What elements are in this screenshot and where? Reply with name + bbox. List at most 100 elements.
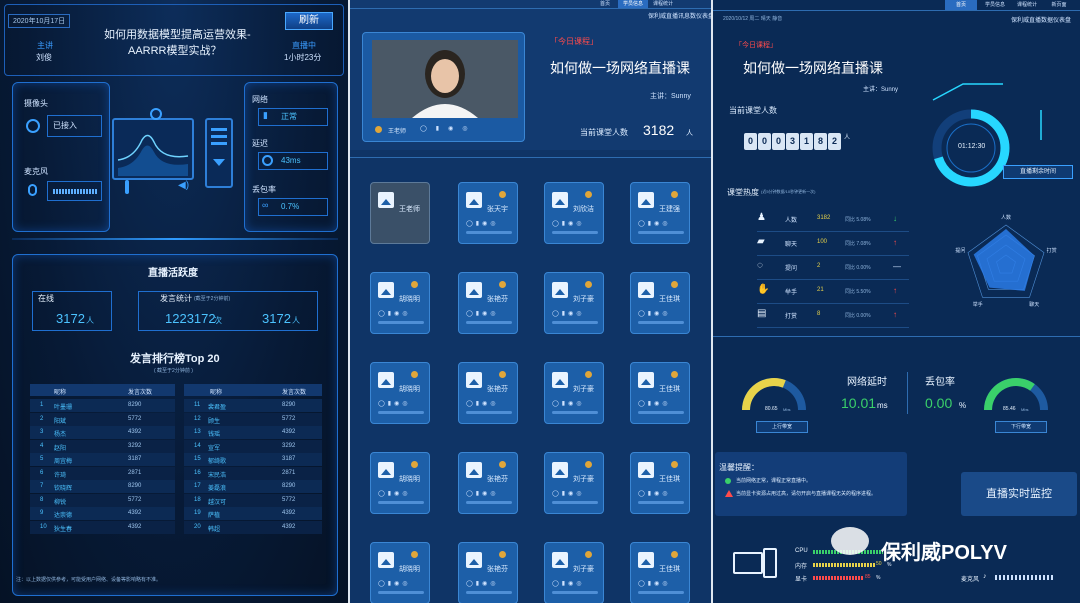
student-action-icons[interactable]: ◯▮◉◎ [552,220,585,227]
image-placeholder-icon [552,192,568,208]
student-tile[interactable]: 王佳琪 ◯▮◉◎ [630,272,690,334]
rank-number: 15 [194,456,201,462]
rank-nickname: 狄生春 [54,526,73,533]
question-icon: ◌ [757,260,763,271]
rank-count: 4392 [128,523,142,530]
student-action-icons[interactable]: ◯▮◉◎ [638,400,671,407]
heat-label: 举手 [785,290,798,296]
student-action-icons[interactable]: ◯▮◉◎ [552,490,585,497]
student-tile[interactable]: 王建强 ◯▮◉◎ [630,182,690,244]
radar-axis-label: 举手 [973,301,983,308]
student-progress [466,411,512,414]
student-tile[interactable]: 王佳琪 ◯▮◉◎ [630,362,690,424]
student-progress [552,501,598,504]
rank-count: 3292 [282,442,296,449]
student-action-icons[interactable]: ◯▮◉◎ [378,490,411,497]
rank-nickname: 周宜梅 [54,459,73,465]
speech-count-unit: 次 [214,316,222,325]
panel-live-monitor: 2020年10月17日 如何用数据模型提高运营效果- AARRR模型实战？ 刷新… [0,0,348,603]
host-name: 主讲：Sunny [863,87,899,93]
student-tile[interactable]: 刘子豪 ◯▮◉◎ [544,542,604,603]
student-action-icons[interactable]: ◯▮◉◎ [466,580,499,587]
student-tile[interactable]: 张艳芬 ◯▮◉◎ [458,272,518,334]
student-action-icons[interactable]: ◯▮◉◎ [378,400,411,407]
ranking-row: 1 叶墨珊 8290 [30,399,175,412]
image-placeholder-icon [638,462,654,478]
student-action-icons[interactable]: ◯▮◉◎ [378,310,411,317]
student-tile[interactable]: 王佳琪 ◯▮◉◎ [630,542,690,603]
student-tile[interactable]: 张艳芬 ◯▮◉◎ [458,452,518,514]
tab-student-info[interactable]: 学员信息 [618,0,648,8]
count-digit: 1 [800,133,813,150]
chat-icon: ▰ [757,236,765,247]
student-tile[interactable]: 刘子豪 ◯▮◉◎ [544,272,604,334]
rank-nickname: 郁绮歌 [208,459,227,465]
rank-nickname: 达崇德 [54,513,73,519]
student-action-icons[interactable]: ◯▮◉◎ [466,310,499,317]
student-action-icons[interactable]: ◯▮◉◎ [638,220,671,227]
student-action-icons[interactable]: ◯▮◉◎ [552,580,585,587]
count-digit: 0 [772,133,785,150]
student-action-icons[interactable]: ◯▮◉◎ [466,220,499,227]
heat-value: 21 [817,287,824,293]
student-tile[interactable]: 张艳芬 ◯▮◉◎ [458,362,518,424]
waveform-graphic [117,134,189,176]
student-action-icons[interactable]: ◯▮◉◎ [466,400,499,407]
ranking-row: 16 宋民浩 2871 [184,466,322,480]
rank-count: 4392 [282,510,296,516]
upload-label: 上行带宽 [756,421,808,433]
student-name: 刘子豪 [573,386,594,393]
image-placeholder-icon [466,372,482,388]
student-action-icons[interactable]: ◯▮◉◎ [638,310,671,317]
col-count: 发言次数 [128,390,153,396]
student-tile[interactable]: 胡晓明 ◯▮◉◎ [370,542,430,603]
student-action-icons[interactable]: ◯▮◉◎ [466,490,499,497]
panel-classroom: 首页 学员信息 课程统计 保利威直播讯息数仪表盘 王老师 ◯▮◉◎ 「今日课程」… [350,0,711,603]
latency-title: 网络延时 [847,377,887,388]
online-value: 3172 [56,311,85,326]
student-action-icons[interactable]: ◯▮◉◎ [552,310,585,317]
loss-unit: % [959,401,967,410]
tab-course-stats[interactable]: 课程统计 [648,0,678,8]
student-action-icons[interactable]: ◯▮◉◎ [378,580,411,587]
tab-student-info[interactable]: 学员信息 [979,0,1011,10]
refresh-button[interactable]: 刷新 [285,12,333,30]
remaining-time-button[interactable]: 直播剩余时间 [1003,165,1073,179]
student-tile[interactable]: 胡晓明 ◯▮◉◎ [370,362,430,424]
student-tile[interactable]: 刘子豪 ◯▮◉◎ [544,452,604,514]
packet-loss-label: 丢包率 [252,185,276,194]
student-tile[interactable]: 胡晓明 ◯▮◉◎ [370,272,430,334]
activity-title: 直播活跃度 [148,268,198,279]
image-placeholder-icon [466,282,482,298]
speaker-icon: ◀) [178,180,190,191]
student-action-icons[interactable]: ◯▮◉◎ [638,490,671,497]
student-action-icons[interactable]: ◯▮◉◎ [552,400,585,407]
tab-home[interactable]: 首页 [590,0,620,8]
student-name: 张天宇 [487,206,508,213]
student-tile[interactable]: 张艳芬 ◯▮◉◎ [458,542,518,603]
student-tile[interactable]: 王佳琪 ◯▮◉◎ [630,452,690,514]
student-name: 胡晓明 [399,476,420,483]
tab-new-page[interactable]: 新页面 [1043,0,1075,10]
rank-number: 11 [194,402,201,408]
top-line [350,8,711,9]
student-tile[interactable]: 张天宇 ◯▮◉◎ [458,182,518,244]
image-placeholder-icon [378,192,394,208]
video-control-icons[interactable]: ◯▮◉◎ [420,125,477,132]
status-dot [671,551,678,558]
student-tile[interactable]: 胡晓明 ◯▮◉◎ [370,452,430,514]
tab-home[interactable]: 首页 [945,0,977,10]
tab-course-stats[interactable]: 课程统计 [1011,0,1043,10]
row-divider [757,255,909,256]
ranking-row: 20 韩超 4392 [184,520,322,534]
student-name: 王佳琪 [659,296,680,303]
status-dot [585,461,592,468]
student-action-icons[interactable]: ◯▮◉◎ [638,580,671,587]
student-tile[interactable]: 刘子豪 ◯▮◉◎ [544,362,604,424]
student-tile-host[interactable]: 王老师 [370,182,430,244]
ranking-note: ( 截至于2分钟前 ) [154,368,193,374]
teacher-name-label: 王老师 [388,129,407,135]
student-tile[interactable]: 刘欣洁 ◯▮◉◎ [544,182,604,244]
live-monitor-button[interactable]: 直播实时监控 [961,472,1077,516]
row-divider [757,231,909,232]
